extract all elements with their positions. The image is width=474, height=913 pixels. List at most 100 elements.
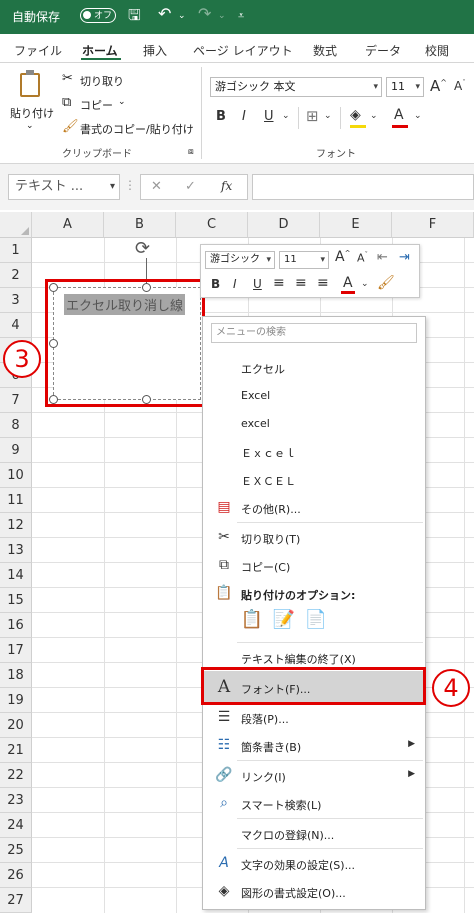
row-header-8[interactable]: 8: [0, 413, 32, 438]
row-header-11[interactable]: 11: [0, 488, 32, 513]
suggestion-item[interactable]: Excel: [203, 381, 425, 409]
tab-formulas[interactable]: 数式: [313, 42, 337, 59]
row-header-15[interactable]: 15: [0, 588, 32, 613]
row-header-3[interactable]: 3: [0, 288, 32, 313]
suggestion-item[interactable]: Ｅｘｃｅｌ: [203, 437, 425, 465]
font-name-combo[interactable]: 游ゴシック 本文 ▾: [210, 77, 382, 97]
mini-font-size-combo[interactable]: 11 ▾: [279, 251, 329, 269]
customize-qat-icon[interactable]: ⩡: [238, 9, 244, 23]
mini-font-color-dropdown-icon[interactable]: ⌄: [361, 279, 369, 289]
insert-function-icon[interactable]: fx: [221, 179, 232, 193]
row-header-25[interactable]: 25: [0, 838, 32, 863]
row-header-9[interactable]: 9: [0, 438, 32, 463]
row-header-23[interactable]: 23: [0, 788, 32, 813]
fill-dropdown-icon[interactable]: ⌄: [370, 111, 378, 121]
paste-keep-format-icon[interactable]: 📋: [239, 609, 265, 637]
column-header-b[interactable]: B: [104, 212, 176, 238]
underline-button[interactable]: U: [264, 109, 274, 124]
mini-font-name-combo[interactable]: 游ゴシック ▾: [205, 251, 275, 269]
increase-indent-icon[interactable]: ⇥: [399, 250, 410, 265]
tab-insert[interactable]: 挿入: [143, 42, 167, 59]
menu-item-text-effects[interactable]: A 文字の効果の設定(S)...: [203, 849, 425, 877]
menu-item-smart-lookup[interactable]: ⌕ スマート検索(L): [203, 789, 425, 817]
row-header-17[interactable]: 17: [0, 638, 32, 663]
bold-button[interactable]: B: [216, 109, 226, 124]
suggestion-item[interactable]: エクセル: [203, 353, 425, 381]
menu-item-copy[interactable]: ⧉ コピー(C): [203, 551, 425, 579]
cancel-icon[interactable]: ✕: [151, 179, 162, 194]
font-size-combo[interactable]: 11 ▾: [386, 77, 424, 97]
menu-search-input[interactable]: メニューの検索: [211, 323, 417, 343]
decrease-indent-icon[interactable]: ⇤: [377, 250, 388, 265]
row-header-16[interactable]: 16: [0, 613, 32, 638]
undo-dropdown-icon[interactable]: ⌄: [178, 11, 186, 21]
tab-review[interactable]: 校閲: [425, 42, 449, 59]
column-header-c[interactable]: C: [176, 212, 248, 238]
row-header-24[interactable]: 24: [0, 813, 32, 838]
name-box[interactable]: テキスト ... ▾: [8, 174, 120, 200]
align-right-icon[interactable]: ≡: [317, 275, 329, 291]
align-left-icon[interactable]: ≡: [273, 275, 285, 291]
column-header-e[interactable]: E: [320, 212, 392, 238]
italic-button[interactable]: I: [242, 109, 246, 124]
column-header-a[interactable]: A: [32, 212, 104, 238]
formula-input[interactable]: [252, 174, 474, 200]
paste-text-only-icon[interactable]: 📄: [303, 609, 329, 637]
row-header-18[interactable]: 18: [0, 663, 32, 688]
clipboard-launcher-icon[interactable]: ⧈: [188, 147, 194, 157]
copy-label[interactable]: コピー: [80, 97, 113, 113]
column-header-f[interactable]: F: [392, 212, 474, 238]
undo-icon[interactable]: ↶: [158, 4, 171, 23]
font-color-button[interactable]: A: [394, 107, 404, 123]
suggestion-item[interactable]: ＥＸＣＥＬ: [203, 465, 425, 493]
mini-format-painter-icon[interactable]: 🖌: [377, 275, 395, 291]
tab-home[interactable]: ホーム: [82, 42, 118, 59]
row-header-13[interactable]: 13: [0, 538, 32, 563]
cut-label[interactable]: 切り取り: [80, 73, 124, 89]
tab-data[interactable]: データ: [365, 42, 401, 59]
menu-item-bullets[interactable]: ☷ 箇条書き(B) ▶: [203, 731, 425, 759]
tab-file[interactable]: ファイル: [14, 42, 62, 59]
scissors-icon[interactable]: ✂: [62, 71, 73, 86]
row-header-21[interactable]: 21: [0, 738, 32, 763]
mini-font-color-button[interactable]: A: [343, 275, 353, 291]
borders-icon[interactable]: ⊞: [306, 107, 319, 125]
mini-grow-font-icon[interactable]: A^: [335, 249, 350, 265]
mini-bold-button[interactable]: B: [211, 277, 220, 291]
row-header-26[interactable]: 26: [0, 863, 32, 888]
row-header-7[interactable]: 7: [0, 388, 32, 413]
redo-dropdown-icon[interactable]: ⌄: [218, 11, 226, 21]
autosave-toggle[interactable]: オフ: [80, 8, 116, 23]
menu-item-cut[interactable]: ✂ 切り取り(T): [203, 523, 425, 551]
row-header-20[interactable]: 20: [0, 713, 32, 738]
paste-merge-format-icon[interactable]: 📝: [271, 609, 297, 637]
column-header-d[interactable]: D: [248, 212, 320, 238]
row-header-19[interactable]: 19: [0, 688, 32, 713]
redo-icon[interactable]: ↷: [198, 4, 211, 23]
row-header-22[interactable]: 22: [0, 763, 32, 788]
grow-font-icon[interactable]: A^: [430, 77, 447, 95]
format-painter-icon[interactable]: 🖌: [62, 119, 79, 134]
menu-item-other[interactable]: ▤ その他(R)...: [203, 493, 425, 521]
menu-item-shape-format[interactable]: ◈ 図形の書式設定(O)...: [203, 877, 425, 905]
menu-item-paragraph[interactable]: ☰ 段落(P)...: [203, 703, 425, 731]
font-color-dropdown-icon[interactable]: ⌄: [414, 111, 422, 121]
row-header-12[interactable]: 12: [0, 513, 32, 538]
mini-italic-button[interactable]: I: [233, 277, 237, 291]
tab-page-layout[interactable]: ページ レイアウト: [193, 42, 293, 59]
align-center-icon[interactable]: ≡: [295, 275, 307, 291]
enter-icon[interactable]: ✓: [185, 179, 196, 194]
paste-button[interactable]: 貼り付け ⌄: [8, 69, 54, 139]
underline-dropdown-icon[interactable]: ⌄: [282, 111, 290, 121]
copy-dropdown-icon[interactable]: ⌄: [118, 97, 126, 107]
suggestion-item[interactable]: excel: [203, 409, 425, 437]
row-header-2[interactable]: 2: [0, 263, 32, 288]
copy-icon[interactable]: ⧉: [62, 95, 71, 110]
row-header-4[interactable]: 4: [0, 313, 32, 338]
row-header-1[interactable]: 1: [0, 238, 32, 263]
shrink-font-icon[interactable]: Aˇ: [454, 79, 466, 93]
mini-underline-button[interactable]: U: [253, 277, 262, 291]
fill-color-icon[interactable]: ◈: [350, 107, 361, 123]
save-icon[interactable]: 🖫: [128, 5, 141, 30]
select-all-corner[interactable]: [0, 212, 32, 238]
